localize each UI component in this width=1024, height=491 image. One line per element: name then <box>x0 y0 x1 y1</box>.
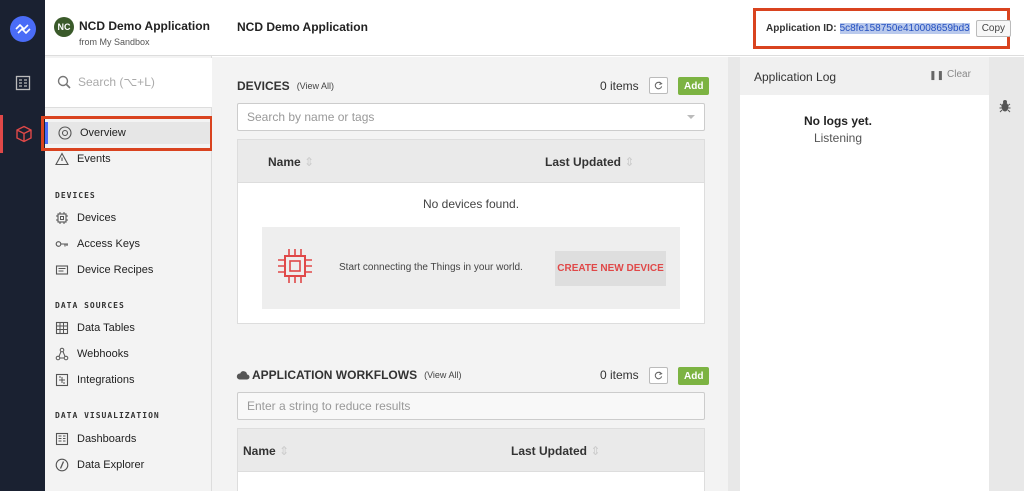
sidebar-item-events[interactable]: Events <box>55 148 111 170</box>
sidebar-item-label: Events <box>77 153 111 165</box>
sidebar-item-label: Webhooks <box>77 348 129 360</box>
sidebar-item-label: Devices <box>77 212 117 224</box>
devices-title: DEVICES <box>237 79 290 93</box>
devices-empty-state: Start connecting the Things in your worl… <box>262 227 680 309</box>
app-name: NCD Demo Application <box>79 19 210 33</box>
workflows-table-header: Name ⇕ Last Updated ⇕ <box>237 428 705 472</box>
workflows-count: 0 items <box>600 368 639 382</box>
log-empty-title: No logs yet. <box>803 114 872 128</box>
chevron-down-icon <box>687 115 695 119</box>
workflows-filter-input[interactable]: Enter a string to reduce results <box>237 392 705 420</box>
sidebar-item-devices[interactable]: Devices <box>55 207 116 229</box>
sidebar-item-label: Access Keys <box>77 238 140 250</box>
devices-table-header: Name ⇕ Last Updated ⇕ <box>237 139 705 183</box>
app-root: NC NCD Demo Application from My Sandbox … <box>0 0 1024 491</box>
log-title: Application Log <box>754 70 837 84</box>
workflows-filter-placeholder: Enter a string to reduce results <box>247 399 411 413</box>
icon-rail <box>0 0 45 491</box>
section-data-sources: DATA SOURCES <box>55 301 125 310</box>
workflows-view-all-link[interactable]: (View All) <box>424 370 461 380</box>
devices-col-last-updated[interactable]: Last Updated ⇕ <box>545 155 634 169</box>
sidebar-item-device-recipes[interactable]: Device Recipes <box>55 259 153 281</box>
sidebar-item-dashboards[interactable]: Dashboards <box>55 428 136 450</box>
sidebar-item-label: Data Tables <box>77 322 135 334</box>
cloud-icon <box>236 371 250 380</box>
workflows-col-last-updated[interactable]: Last Updated ⇕ <box>511 444 600 458</box>
col-updated-label: Last Updated <box>511 444 588 458</box>
application-id-box: Application ID: 5c8fe158750e410008659bd3… <box>753 8 1012 49</box>
integration-icon <box>55 373 69 387</box>
devices-search-input[interactable]: Search by name or tags <box>237 103 705 131</box>
sidebar-item-label: Device Recipes <box>77 264 154 276</box>
table-icon <box>55 321 69 335</box>
app-header[interactable]: NC NCD Demo Application from My Sandbox <box>45 0 212 56</box>
logo-icon[interactable] <box>10 16 36 42</box>
main-content: DEVICES (View All) 0 items Add Search by… <box>212 57 728 491</box>
explorer-icon <box>55 458 69 472</box>
webhook-icon <box>55 347 69 361</box>
devices-cta-text: Start connecting the Things in your worl… <box>339 262 523 273</box>
workflows-refresh-button[interactable] <box>649 367 668 384</box>
sort-icon: ⇕ <box>279 444 290 458</box>
log-empty-sub: Listening <box>813 131 863 145</box>
log-clear-button[interactable]: Clear <box>947 69 971 80</box>
warning-triangle-icon <box>55 152 69 166</box>
top-bar: NCD Demo Application Application ID: 5c8… <box>212 0 1024 56</box>
recipe-icon <box>55 263 69 277</box>
devices-search-placeholder: Search by name or tags <box>247 110 375 124</box>
section-data-visualization: DATA VISUALIZATION <box>55 411 160 420</box>
page-title: NCD Demo Application <box>237 20 368 34</box>
sidebar-item-access-keys[interactable]: Access Keys <box>55 233 140 255</box>
reports-icon[interactable] <box>0 64 45 102</box>
chip-icon <box>55 211 69 225</box>
bug-icon[interactable] <box>999 99 1011 118</box>
sort-icon: ⇕ <box>590 444 601 458</box>
devices-add-button[interactable]: Add <box>678 77 710 95</box>
sidebar-item-data-tables[interactable]: Data Tables <box>55 317 135 339</box>
sidebar-item-label: Integrations <box>77 374 135 386</box>
application-id-value[interactable]: 5c8fe158750e410008659bd3 <box>839 23 970 34</box>
devices-col-name[interactable]: Name ⇕ <box>268 155 314 169</box>
key-icon <box>55 237 69 251</box>
refresh-icon <box>654 81 663 90</box>
col-updated-label: Last Updated <box>545 155 622 169</box>
dashboard-icon <box>55 432 69 446</box>
devices-view-all-link[interactable]: (View All) <box>297 81 334 91</box>
sidebar-item-integrations[interactable]: Integrations <box>55 369 134 391</box>
sidebar-item-label: Data Explorer <box>77 459 145 471</box>
search-input-placeholder[interactable]: Search (⌥+L) <box>78 75 155 89</box>
sidebar-item-webhooks[interactable]: Webhooks <box>55 343 129 365</box>
app-sandbox-label: from My Sandbox <box>79 37 150 47</box>
search-icon <box>57 75 71 89</box>
section-devices: DEVICES <box>55 191 96 200</box>
app-avatar: NC <box>54 17 74 37</box>
sort-icon: ⇕ <box>624 155 635 169</box>
workflows-panel-header: APPLICATION WORKFLOWS (View All) <box>236 368 461 382</box>
create-new-device-button[interactable]: CREATE NEW DEVICE <box>555 251 666 286</box>
workflows-col-name[interactable]: Name ⇕ <box>243 444 289 458</box>
refresh-icon <box>654 371 663 380</box>
application-id-label: Application ID: <box>766 23 837 34</box>
sidebar: NC NCD Demo Application from My Sandbox … <box>45 0 212 491</box>
workflows-title: APPLICATION WORKFLOWS <box>252 368 418 382</box>
overview-highlight-box <box>41 116 213 151</box>
sidebar-search[interactable]: Search (⌥+L) <box>45 58 212 108</box>
devices-panel-header: DEVICES (View All) <box>237 79 334 93</box>
col-name-label: Name <box>243 444 276 458</box>
workflows-add-button[interactable]: Add <box>678 367 710 385</box>
sidebar-item-data-explorer[interactable]: Data Explorer <box>55 454 144 476</box>
log-column: Application Log ❚❚ Clear No logs yet. Li… <box>740 57 989 491</box>
devices-refresh-button[interactable] <box>649 77 668 94</box>
col-name-label: Name <box>268 155 301 169</box>
sidebar-item-label: Dashboards <box>77 433 137 445</box>
pause-icon[interactable]: ❚❚ <box>929 70 944 81</box>
devices-count: 0 items <box>600 79 639 93</box>
chip-icon <box>278 249 312 283</box>
devices-empty-text: No devices found. <box>422 197 520 211</box>
applications-cube-icon[interactable] <box>0 115 45 153</box>
application-log-panel: Application Log ❚❚ Clear No logs yet. Li… <box>728 57 1024 491</box>
sort-icon: ⇕ <box>304 155 315 169</box>
copy-button[interactable]: Copy <box>975 20 1012 37</box>
log-header: Application Log ❚❚ Clear <box>740 57 989 95</box>
